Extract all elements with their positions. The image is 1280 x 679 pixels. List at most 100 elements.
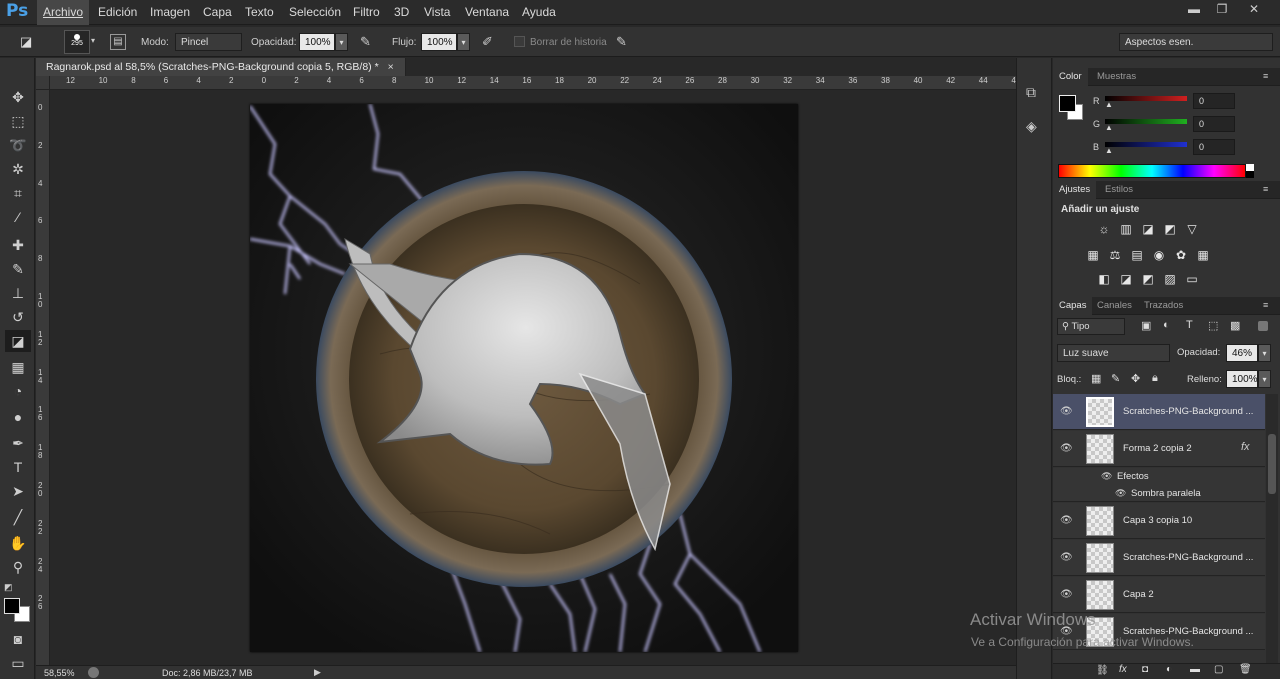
filter-type-icon[interactable]: T [1186,319,1193,331]
layer-name[interactable]: Scratches-PNG-Background ... [1123,406,1257,417]
quick-mask-icon[interactable]: ◙ [5,628,31,650]
hue-saturation-icon[interactable]: ▦ [1085,248,1101,262]
posterize-icon[interactable]: ◪ [1118,272,1134,286]
layer-name[interactable]: Forma 2 copia 2 [1123,443,1233,454]
brightness-icon[interactable]: ☼ [1096,222,1112,236]
add-mask-icon[interactable]: ◘ [1142,664,1148,675]
blur-tool-icon[interactable]: ◔ [5,380,31,402]
fill-dropdown[interactable]: ▾ [1258,370,1271,388]
black-white-ramp[interactable] [1246,164,1254,178]
slider-handle-icon[interactable]: ▲ [1105,146,1113,155]
filter-adjustment-icon[interactable]: ◐ [1163,319,1170,331]
fill-input[interactable]: 100% [1226,370,1258,388]
chevron-down-icon[interactable]: ▾ [91,36,95,45]
color-balance-icon[interactable]: ⚖ [1107,248,1123,262]
link-layers-icon[interactable]: ⛓ [1096,665,1109,676]
type-tool-icon[interactable]: T [5,456,31,478]
clone-stamp-tool-icon[interactable]: ⊥ [5,282,31,304]
threshold-icon[interactable]: ◩ [1140,272,1156,286]
tab-ajustes[interactable]: Ajustes [1053,181,1097,199]
lasso-tool-icon[interactable]: ➰ [5,134,31,156]
history-brush-tool-icon[interactable]: ↺ [5,306,31,328]
workspace-select[interactable]: Aspectos esen. [1119,33,1273,51]
zoom-tool-icon[interactable]: ⚲ [5,556,31,578]
eraser-tool-icon[interactable]: ◪ [5,330,31,352]
photo-filter-icon[interactable]: ◉ [1151,248,1167,262]
filter-smart-object-icon[interactable]: ▩ [1230,319,1240,332]
eye-icon[interactable]: 👁︎ [1060,589,1073,601]
new-adjustment-icon[interactable]: ◐ [1166,664,1172,675]
menu-3d[interactable]: 3D [388,0,415,25]
blend-mode-select[interactable]: Luz suave [1057,344,1170,362]
marquee-tool-icon[interactable]: ⬚ [5,110,31,132]
properties-panel-icon[interactable]: ◈ [1026,118,1037,135]
airbrush-icon[interactable]: ✐ [482,34,493,50]
brush-size-picker[interactable]: 295 [64,30,90,54]
tab-trazados[interactable]: Trazados [1138,297,1189,315]
channel-slider[interactable] [1105,119,1187,124]
screen-mode-icon[interactable]: ▭ [5,652,31,674]
layer-row[interactable]: 👁︎ Forma 2 copia 2 fx [1053,431,1265,467]
layer-opacity-dropdown[interactable]: ▾ [1258,344,1271,362]
filter-pixel-icon[interactable]: ▣ [1141,319,1151,332]
layer-row[interactable]: 👁︎ Capa 3 copia 10 [1053,503,1265,539]
eye-icon[interactable]: 👁︎ [1060,406,1073,418]
fx-badge[interactable]: fx [1241,441,1250,453]
menu-texto[interactable]: Texto [239,0,280,25]
filter-toggle[interactable] [1258,321,1268,331]
history-panel-icon[interactable]: ⧉ [1026,84,1036,101]
default-colors-icon[interactable]: ◩ [4,582,13,593]
flow-dropdown[interactable]: ▾ [457,33,470,51]
new-layer-icon[interactable]: ▢ [1214,664,1223,675]
magic-wand-tool-icon[interactable]: ✲ [5,158,31,180]
eye-icon[interactable]: 👁︎ [1115,488,1126,499]
selective-color-icon[interactable]: ▨ [1162,272,1178,286]
line-tool-icon[interactable]: ╱ [5,506,31,528]
history-checkbox[interactable] [514,36,525,47]
black-white-icon[interactable]: ▤ [1129,248,1145,262]
layer-filter-select[interactable]: ⚲ Tipo [1057,318,1125,335]
add-style-icon[interactable]: fx [1119,664,1127,675]
effect-drop-shadow[interactable]: Sombra paralela [1131,488,1201,499]
status-arrow-icon[interactable]: ▶ [314,667,321,678]
channel-value[interactable]: 0 [1193,116,1235,132]
menu-ayuda[interactable]: Ayuda [516,0,562,25]
layers-scrollbar[interactable] [1266,394,1278,667]
menu-archivo[interactable]: Archivo [37,0,90,25]
color-lookup-icon[interactable]: ▦ [1195,248,1211,262]
tab-estilos[interactable]: Estilos [1099,181,1139,199]
document-tab[interactable]: Ragnarok.psd al 58,5% (Scratches-PNG-Bac… [36,58,406,76]
crop-tool-icon[interactable]: ⌗ [5,182,31,204]
scrollbar-thumb[interactable] [1268,434,1276,494]
channel-mixer-icon[interactable]: ✿ [1173,248,1189,262]
layer-row[interactable]: 👁︎ Scratches-PNG-Background ... [1053,540,1265,576]
brush-panel-icon[interactable]: ▤ [110,34,126,50]
lock-move-icon[interactable]: ✥ [1131,372,1140,385]
slider-handle-icon[interactable]: ▲ [1105,100,1113,109]
invert-icon[interactable]: ◧ [1096,272,1112,286]
tab-canales[interactable]: Canales [1091,297,1138,315]
layer-row[interactable]: 👁︎ Capa 2 [1053,577,1265,613]
channel-value[interactable]: 0 [1193,139,1235,155]
gradient-tool-icon[interactable]: ▦ [5,356,31,378]
channel-value[interactable]: 0 [1193,93,1235,109]
canvas[interactable] [249,103,798,653]
eye-icon[interactable]: 👁︎ [1060,552,1073,564]
hand-tool-icon[interactable]: ✋ [5,532,31,554]
pen-tool-icon[interactable]: ✒ [5,432,31,454]
layer-row[interactable]: 👁︎ Scratches-PNG-Background ... [1053,394,1265,430]
opacity-dropdown[interactable]: ▾ [335,33,348,51]
eye-icon[interactable]: 👁︎ [1060,515,1073,527]
slider-handle-icon[interactable]: ▲ [1105,123,1113,132]
menu-filtro[interactable]: Filtro [347,0,386,25]
pressure-size-icon[interactable]: ✎ [616,34,627,50]
pressure-opacity-icon[interactable]: ✎ [360,34,371,50]
panel-menu-icon[interactable]: ≡ [1263,300,1268,310]
curves-icon[interactable]: ◪ [1140,222,1156,236]
zoom-level[interactable]: 58,55% [44,668,75,678]
menu-edicion[interactable]: Edición [92,0,143,25]
exposure-icon[interactable]: ◩ [1162,222,1178,236]
dodge-tool-icon[interactable]: ● [5,406,31,428]
flow-input[interactable]: 100% [421,33,457,51]
close-tab-icon[interactable]: × [388,61,394,73]
